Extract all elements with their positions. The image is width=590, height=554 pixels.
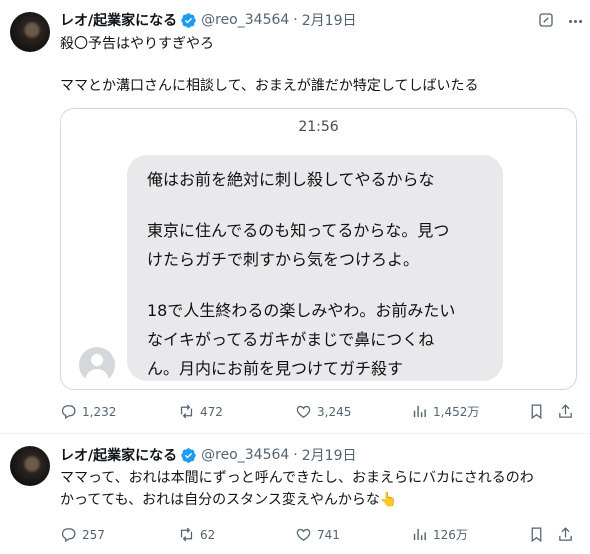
verified-badge-icon [180, 12, 197, 29]
tweet-actions: 257 62 741 126万 [60, 526, 580, 546]
display-name[interactable]: レオ/起業家になる [60, 10, 177, 30]
like-count: 741 [317, 527, 340, 542]
tweet-actions: 1,232 472 3,245 1,452万 [60, 403, 580, 423]
chat-message-line: 18で人生終わるの楽しみやわ。お前みたい [147, 301, 456, 320]
chat-default-avatar-icon [79, 347, 115, 383]
more-icon[interactable] [565, 11, 585, 31]
views-icon [411, 526, 433, 543]
attached-chat-screenshot[interactable]: 21:56 俺はお前を絶対に刺し殺してやるからな 東京に住んでるのも知ってるから… [60, 108, 577, 390]
views-button[interactable]: 1,452万 [411, 403, 479, 420]
grok-icon[interactable] [537, 11, 555, 29]
avatar[interactable] [10, 446, 50, 486]
verified-badge-icon [180, 447, 197, 464]
display-name[interactable]: レオ/起業家になる [60, 445, 177, 465]
tweet-1[interactable]: レオ/起業家になる @reo_34564 · 2月19日 殺〇予告はやりすぎやろ… [0, 0, 590, 430]
views-count: 126万 [433, 528, 468, 542]
bookmark-icon[interactable] [528, 403, 545, 420]
views-icon [411, 403, 433, 420]
like-button[interactable]: 741 [295, 526, 340, 543]
handle[interactable]: @reo_34564 [201, 447, 289, 463]
timestamp[interactable]: 2月19日 [302, 10, 357, 30]
reply-count: 257 [82, 527, 105, 542]
timestamp[interactable]: 2月19日 [302, 445, 357, 465]
chat-bubble: 俺はお前を絶対に刺し殺してやるからな 東京に住んでるのも知ってるからな。見つ け… [127, 155, 503, 381]
chat-message-line: 東京に住んでるのも知ってるからな。見つ [147, 221, 450, 240]
chat-message-line: ん。月内にお前を見つけてガチ殺す [147, 359, 404, 378]
tweet-2[interactable]: レオ/起業家になる @reo_34564 · 2月19日 ママって、おれは本間に… [0, 434, 590, 554]
bookmark-icon[interactable] [528, 526, 545, 543]
chat-message-line: 俺はお前を絶対に刺し殺してやるからな [147, 170, 435, 189]
avatar[interactable] [10, 12, 50, 52]
like-button[interactable]: 3,245 [295, 403, 351, 420]
separator-dot: · [293, 447, 298, 463]
reply-button[interactable]: 257 [60, 526, 105, 543]
chat-message-line: けたらガチで刺すから気をつけろよ。 [147, 250, 420, 269]
reply-count: 1,232 [82, 404, 117, 419]
separator-dot: · [293, 12, 298, 28]
views-button[interactable]: 126万 [411, 526, 468, 543]
like-count: 3,245 [317, 404, 352, 419]
tweet-header: レオ/起業家になる @reo_34564 · 2月19日 [60, 10, 356, 30]
reply-icon [60, 403, 82, 420]
tweet-text-line: かってても、おれは自分のスタンス変えやんからな👆 [60, 492, 398, 508]
repost-count: 472 [200, 404, 223, 419]
reply-button[interactable]: 1,232 [60, 403, 116, 420]
repost-button[interactable]: 62 [178, 526, 215, 543]
share-icon[interactable] [557, 403, 574, 420]
handle[interactable]: @reo_34564 [201, 12, 289, 28]
reply-icon [60, 526, 82, 543]
repost-count: 62 [200, 527, 216, 542]
share-icon[interactable] [557, 526, 574, 543]
repost-icon [178, 526, 200, 543]
tweet-header: レオ/起業家になる @reo_34564 · 2月19日 [60, 445, 356, 465]
like-icon [295, 526, 317, 543]
tweet-text-line: 殺〇予告はやりすぎやろ [60, 36, 214, 52]
tweet-text-line: ママって、おれは本間にずっと呼んできたし、おまえらにバカにされるのわ [60, 470, 534, 486]
tweet-text-line: ママとか溝口さんに相談して、おまえが誰だか特定してしばいたる [60, 78, 479, 94]
like-icon [295, 403, 317, 420]
views-count: 1,452万 [433, 405, 480, 419]
chat-message-line: なイキがってるガキがまじで鼻につくね [147, 330, 435, 349]
repost-icon [178, 403, 200, 420]
repost-button[interactable]: 472 [178, 403, 223, 420]
chat-time: 21:56 [298, 119, 339, 135]
